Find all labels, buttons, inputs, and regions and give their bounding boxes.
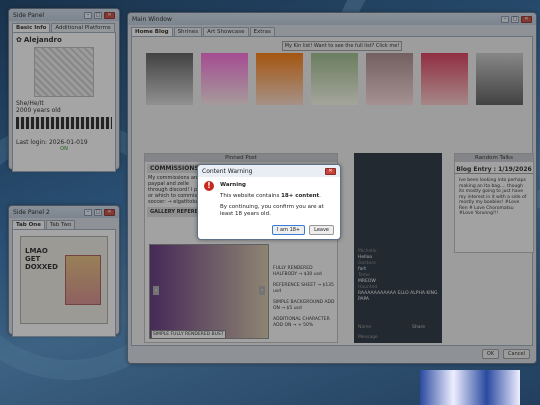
content-warning-dialog: Content Warning ✕ ! Warning This website… [197, 164, 341, 240]
warning-icon: ! [204, 181, 214, 191]
dialog-title: Content Warning [202, 167, 253, 175]
warning-punct: . [319, 193, 321, 199]
close-button[interactable]: ✕ [325, 167, 336, 175]
warning-heading: Warning [220, 182, 246, 188]
warning-text: This website contains [220, 193, 282, 199]
confirm-age-button[interactable]: I am 18+ [271, 225, 306, 235]
warning-emphasis: 18+ content [281, 193, 320, 199]
leave-button[interactable]: Leave [309, 225, 334, 235]
desktop-figure [420, 370, 520, 405]
warning-line1: This website contains 18+ content. [220, 193, 336, 200]
dialog-titlebar[interactable]: Content Warning ✕ [198, 165, 340, 177]
warning-line2: By continuing, you confirm you are at le… [220, 204, 324, 217]
